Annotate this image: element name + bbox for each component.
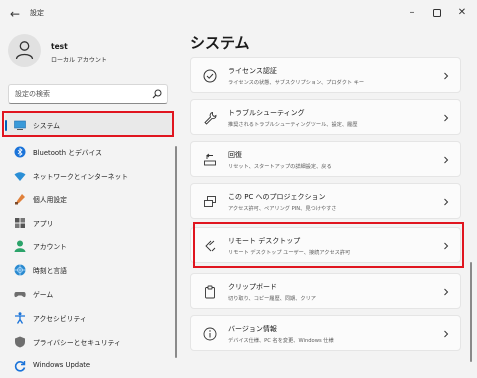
card-clipboard[interactable]: クリップボード 切り取り、コピー履歴、同期、クリア — [190, 273, 461, 309]
chevron-right-icon — [444, 156, 449, 164]
apps-icon — [15, 218, 25, 228]
info-icon — [203, 327, 217, 341]
card-subtitle: 切り取り、コピー履歴、同期、クリア — [228, 296, 316, 302]
app-title: 設定 — [30, 9, 44, 17]
card-subtitle: デバイス仕様、PC 名を変更、Windows 仕様 — [228, 338, 334, 344]
troubleshoot-icon — [204, 111, 217, 125]
main-scrollbar[interactable] — [470, 262, 472, 362]
card-projection[interactable]: この PC へのプロジェクション アクセス許可、ペアリング PIN、見つけやすさ — [190, 183, 461, 219]
sidebar-item-label: ネットワークとインターネット — [33, 173, 129, 181]
windows-update-icon — [14, 361, 26, 372]
chevron-right-icon — [444, 198, 449, 206]
card-title: ライセンス認証 — [228, 67, 277, 75]
sidebar-item-label: Windows Update — [33, 361, 91, 369]
chevron-right-icon — [444, 72, 449, 80]
sidebar-item-personalization[interactable]: 個人用設定 — [5, 187, 173, 211]
card-activation[interactable]: ライセンス認証 ライセンスの状態、サブスクリプション、プロダクト キー — [190, 57, 461, 93]
sidebar-item-bluetooth[interactable]: Bluetooth とデバイス — [5, 140, 173, 164]
sidebar-item-accessibility[interactable]: アクセシビリティ — [5, 306, 173, 330]
person-icon — [15, 41, 34, 60]
maximize-icon — [433, 9, 441, 17]
bluetooth-icon — [14, 146, 26, 158]
search-placeholder: 設定の検索 — [15, 90, 50, 98]
chevron-right-icon — [444, 330, 449, 338]
sidebar-item-label: アプリ — [33, 220, 54, 228]
privacy-icon — [15, 336, 25, 348]
gaming-icon — [14, 292, 26, 298]
search-icon[interactable] — [151, 88, 163, 100]
sidebar-item-time-language[interactable]: 時刻と言語 — [5, 258, 173, 282]
sidebar-item-label: Bluetooth とデバイス — [33, 149, 102, 157]
sidebar-item-label: 時刻と言語 — [33, 267, 67, 275]
settings-search-input[interactable]: 設定の検索 — [8, 84, 168, 104]
card-title: バージョン情報 — [228, 325, 277, 333]
clipboard-icon — [205, 285, 215, 299]
sidebar-item-network[interactable]: ネットワークとインターネット — [5, 164, 173, 188]
activation-icon — [203, 69, 217, 83]
sidebar-item-apps[interactable]: アプリ — [5, 211, 173, 235]
card-title: トラブルシューティング — [228, 109, 305, 117]
card-subtitle: アクセス許可、ペアリング PIN、見つけやすさ — [228, 206, 337, 212]
chevron-right-icon — [444, 288, 449, 296]
close-button[interactable]: ✕ — [450, 4, 474, 22]
card-title: この PC へのプロジェクション — [228, 193, 326, 201]
chevron-right-icon — [444, 114, 449, 122]
sidebar-item-label: アクセシビリティ — [33, 315, 87, 323]
sidebar-item-accounts[interactable]: アカウント — [5, 234, 173, 258]
sidebar-item-label: ゲーム — [33, 291, 54, 299]
card-subtitle: 推奨されるトラブルシューティングツール、設定、履歴 — [228, 122, 358, 128]
sidebar-item-gaming[interactable]: ゲーム — [5, 282, 173, 306]
card-about[interactable]: バージョン情報 デバイス仕様、PC 名を変更、Windows 仕様 — [190, 315, 461, 351]
personalization-icon — [15, 194, 25, 205]
sidebar-scrollbar[interactable] — [175, 146, 177, 358]
sidebar-item-label: 個人用設定 — [33, 196, 67, 204]
sidebar-item-windows-update[interactable]: Windows Update — [5, 354, 173, 378]
minimize-button[interactable]: – — [400, 4, 424, 22]
sidebar-item-privacy[interactable]: プライバシーとセキュリティ — [5, 330, 173, 354]
sidebar-item-label: アカウント — [33, 243, 67, 251]
recovery-icon — [204, 153, 216, 166]
network-icon — [14, 172, 26, 181]
accessibility-icon — [15, 312, 25, 324]
back-arrow-icon[interactable]: ← — [7, 6, 23, 22]
user-profile[interactable]: test ローカル アカウント — [8, 34, 173, 70]
page-title: システム — [190, 34, 250, 52]
user-name: test — [51, 42, 68, 51]
sidebar-item-label: プライバシーとセキュリティ — [33, 339, 121, 347]
avatar — [8, 34, 41, 67]
time-language-icon — [14, 264, 26, 276]
card-subtitle: ライセンスの状態、サブスクリプション、プロダクト キー — [228, 80, 365, 86]
projection-icon — [204, 196, 216, 207]
title-bar: ← 設定 – ✕ — [0, 0, 477, 28]
highlight-box-system — [2, 111, 174, 137]
account-type: ローカル アカウント — [51, 57, 107, 64]
card-title: クリップボード — [228, 283, 277, 291]
card-subtitle: リセット、スタートアップの詳細設定、戻る — [228, 164, 332, 170]
maximize-button[interactable] — [425, 4, 449, 22]
card-title: 回復 — [228, 151, 242, 159]
card-recovery[interactable]: 回復 リセット、スタートアップの詳細設定、戻る — [190, 141, 461, 177]
highlight-box-remote-desktop — [193, 222, 464, 268]
card-troubleshoot[interactable]: トラブルシューティング 推奨されるトラブルシューティングツール、設定、履歴 — [190, 99, 461, 135]
accounts-icon — [14, 240, 26, 252]
